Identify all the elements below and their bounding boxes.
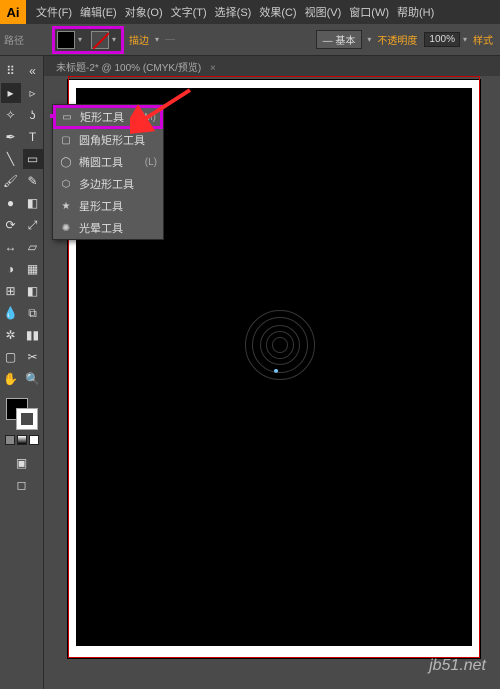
menu-help[interactable]: 帮助(H) — [393, 4, 438, 20]
mesh-tool[interactable]: ⊞ — [1, 281, 21, 301]
rotate-tool[interactable]: ⟳ — [1, 215, 21, 235]
direct-selection-tool[interactable]: ▹ — [23, 83, 43, 103]
opacity-value[interactable]: 100% — [424, 32, 460, 47]
opacity-label[interactable]: 不透明度 — [377, 32, 417, 47]
app-logo: Ai — [0, 0, 26, 24]
flyout-shortcut: (M) — [141, 112, 156, 123]
color-mode-row — [4, 434, 40, 446]
eraser-tool[interactable]: ◧ — [23, 193, 43, 213]
hand-tool[interactable]: ✋ — [1, 369, 21, 389]
star-icon: ★ — [59, 201, 73, 212]
change-screen-mode[interactable]: ◻ — [12, 475, 32, 495]
options-label: 路径 — [4, 32, 24, 47]
perspective-tool[interactable]: ▦ — [23, 259, 43, 279]
document-tab[interactable]: 未标题-2* @ 100% (CMYK/预览) × — [48, 59, 224, 74]
toolbox: ⠿« ▸▹ ✧ʖ ✒T ╲▭ 🖌✎ ●◧ ⟳⤢ ↔▱ ◑▦ ⊞◧ 💧⧉ ✲▮▮ … — [0, 56, 44, 689]
color-mode-color[interactable] — [5, 435, 15, 445]
menu-type[interactable]: 文字(T) — [167, 4, 211, 20]
fill-stroke-indicator[interactable] — [4, 396, 40, 432]
chevron-down-icon[interactable]: ▾ — [463, 35, 467, 44]
toolbox-collapse-icon[interactable]: « — [23, 61, 43, 81]
artboard-tool[interactable]: ▢ — [1, 347, 21, 367]
flyout-label: 圆角矩形工具 — [79, 132, 145, 148]
stroke-swatch[interactable] — [91, 31, 109, 49]
flyout-label: 多边形工具 — [79, 176, 134, 192]
chevron-down-icon[interactable]: ▾ — [155, 35, 159, 44]
center-point-indicator — [274, 369, 278, 373]
magic-wand-tool[interactable]: ✧ — [1, 105, 21, 125]
menu-window[interactable]: 窗口(W) — [345, 4, 393, 20]
menu-object[interactable]: 对象(O) — [121, 4, 167, 20]
free-transform-tool[interactable]: ▱ — [23, 237, 43, 257]
flyout-polygon-tool[interactable]: ⬡ 多边形工具 — [53, 173, 163, 195]
pencil-tool[interactable]: ✎ — [23, 171, 43, 191]
width-tool[interactable]: ↔ — [1, 237, 21, 257]
flyout-flare-tool[interactable]: ✺ 光晕工具 — [53, 217, 163, 239]
polygon-icon: ⬡ — [59, 179, 73, 190]
symbol-sprayer-tool[interactable]: ✲ — [1, 325, 21, 345]
flyout-rounded-rectangle-tool[interactable]: ▢ 圆角矩形工具 — [53, 129, 163, 151]
site-watermark: jb51.net — [429, 657, 486, 675]
close-icon[interactable]: × — [210, 63, 216, 74]
menu-select[interactable]: 选择(S) — [211, 4, 256, 20]
menu-file[interactable]: 文件(F) — [32, 4, 76, 20]
graphic-style-dropdown[interactable]: — 基本 — [316, 30, 363, 49]
flyout-ellipse-tool[interactable]: ◯ 椭圆工具 (L) — [53, 151, 163, 173]
rectangle-tool[interactable]: ▭ — [23, 149, 43, 169]
flare-icon: ✺ — [59, 223, 73, 234]
flyout-shortcut: (L) — [145, 157, 157, 168]
stroke-label[interactable]: 描边 — [129, 32, 149, 47]
paintbrush-tool[interactable]: 🖌 — [1, 171, 21, 191]
fill-stroke-swatches-highlight: ▾ ▾ — [52, 26, 124, 54]
selection-tool[interactable]: ▸ — [1, 83, 21, 103]
line-tool[interactable]: ╲ — [1, 149, 21, 169]
fill-swatch[interactable] — [57, 31, 75, 49]
chevron-down-icon[interactable]: ▾ — [112, 35, 116, 44]
eyedropper-tool[interactable]: 💧 — [1, 303, 21, 323]
chevron-down-icon[interactable]: ▾ — [367, 35, 371, 44]
menu-bar: Ai 文件(F) 编辑(E) 对象(O) 文字(T) 选择(S) 效果(C) 视… — [0, 0, 500, 24]
menu-effect[interactable]: 效果(C) — [255, 4, 300, 20]
flyout-star-tool[interactable]: ★ 星形工具 — [53, 195, 163, 217]
flyout-rectangle-tool[interactable]: ▭ 矩形工具 (M) — [53, 105, 163, 129]
options-bar: 路径 ▾ ▾ 描边 ▾ — — 基本 ▾ 不透明度 100% ▾ 样式 — [0, 24, 500, 56]
rounded-rectangle-icon: ▢ — [59, 135, 73, 146]
ellipse-icon: ◯ — [59, 157, 73, 168]
menu-view[interactable]: 视图(V) — [301, 4, 346, 20]
rectangle-icon: ▭ — [60, 112, 74, 123]
stroke-width-dash: — — [165, 34, 175, 45]
stroke-color-swatch[interactable] — [16, 408, 38, 430]
document-tabs: 未标题-2* @ 100% (CMYK/预览) × — [0, 56, 500, 76]
flyout-label: 光晕工具 — [79, 220, 123, 236]
gradient-tool[interactable]: ◧ — [23, 281, 43, 301]
pen-tool[interactable]: ✒ — [1, 127, 21, 147]
menu-edit[interactable]: 编辑(E) — [76, 4, 121, 20]
type-tool[interactable]: T — [23, 127, 43, 147]
column-graph-tool[interactable]: ▮▮ — [23, 325, 43, 345]
slice-tool[interactable]: ✂ — [23, 347, 43, 367]
color-mode-gradient[interactable] — [17, 435, 27, 445]
blob-brush-tool[interactable]: ● — [1, 193, 21, 213]
scale-tool[interactable]: ⤢ — [23, 215, 43, 235]
color-mode-none[interactable] — [29, 435, 39, 445]
shape-builder-tool[interactable]: ◑ — [1, 259, 21, 279]
flyout-label: 矩形工具 — [80, 109, 124, 125]
blend-tool[interactable]: ⧉ — [23, 303, 43, 323]
flyout-label: 椭圆工具 — [79, 154, 123, 170]
document-title: 未标题-2* @ 100% (CMYK/预览) — [56, 63, 201, 74]
toolbox-grip[interactable]: ⠿ — [1, 61, 21, 81]
screen-mode-tool[interactable]: ▣ — [12, 453, 32, 473]
shape-tool-flyout: ▭ 矩形工具 (M) ▢ 圆角矩形工具 ◯ 椭圆工具 (L) ⬡ 多边形工具 ★… — [52, 104, 164, 240]
style-button[interactable]: 样式 — [473, 32, 493, 47]
chevron-down-icon[interactable]: ▾ — [78, 35, 82, 44]
lasso-tool[interactable]: ʖ — [23, 105, 43, 125]
flyout-label: 星形工具 — [79, 198, 123, 214]
zoom-tool[interactable]: 🔍 — [23, 369, 43, 389]
